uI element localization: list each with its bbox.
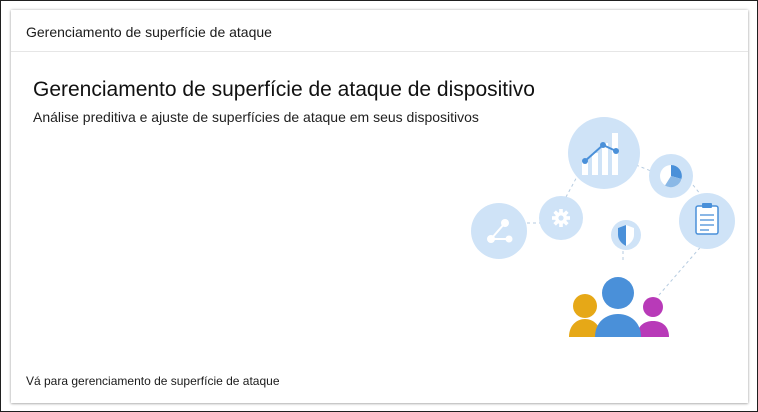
card-header: Gerenciamento de superfície de ataque <box>11 10 748 52</box>
window-frame: Gerenciamento de superfície de ataque Ge… <box>0 0 758 412</box>
attack-surface-card: Gerenciamento de superfície de ataque Ge… <box>11 10 748 403</box>
chart-icon <box>568 117 640 189</box>
shield-icon <box>611 220 641 250</box>
people-group-icon <box>569 277 669 337</box>
hero-title: Gerenciamento de superfície de ataque de… <box>33 78 535 101</box>
hero-subtitle: Análise preditiva e ajuste de superfície… <box>33 109 479 125</box>
settings-gear-icon <box>539 196 583 240</box>
pie-chart-icon <box>649 154 693 198</box>
share-network-icon <box>471 203 527 259</box>
attack-surface-illustration <box>471 117 735 337</box>
clipboard-report-icon <box>679 193 735 249</box>
card-header-title: Gerenciamento de superfície de ataque <box>26 24 272 40</box>
go-to-attack-surface-link[interactable]: Vá para gerenciamento de superfície de a… <box>26 374 280 388</box>
